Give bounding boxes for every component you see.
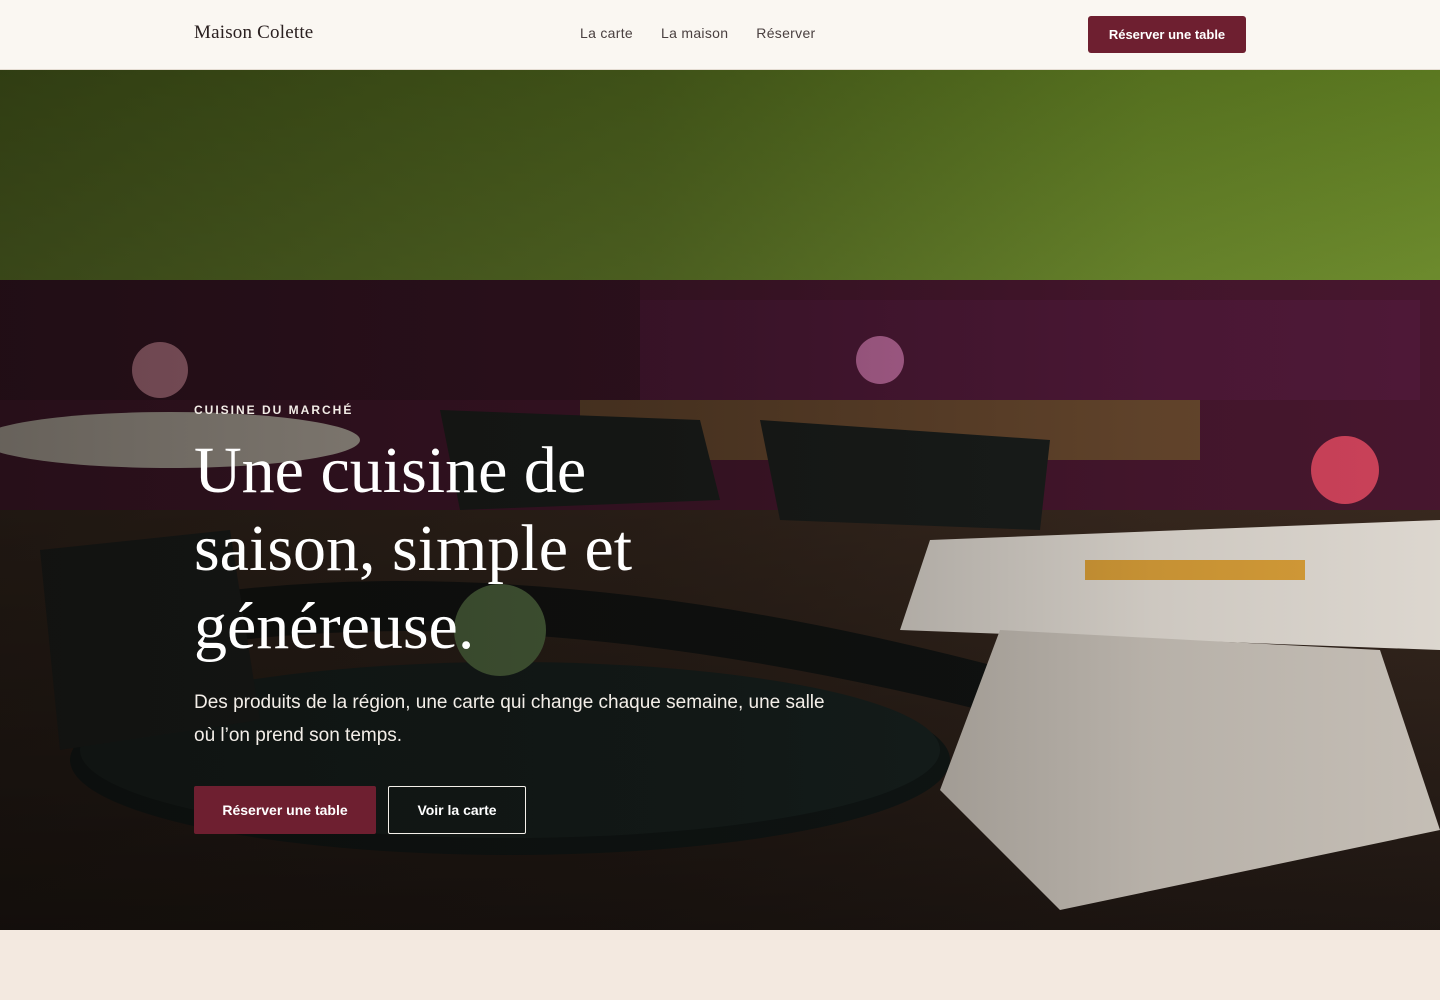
nav-link-reserver[interactable]: Réserver <box>756 25 815 41</box>
hero-view-menu-button[interactable]: Voir la carte <box>388 786 526 834</box>
header-reserve-button[interactable]: Réserver une table <box>1088 16 1246 53</box>
hero-reserve-button[interactable]: Réserver une table <box>194 786 376 834</box>
next-section <box>0 930 1440 1000</box>
brand-logo[interactable]: Maison Colette <box>194 22 313 44</box>
hero-section: CUISINE DU MARCHÉ Une cuisine de saison,… <box>0 70 1440 930</box>
hero-actions: Réserver une table Voir la carte <box>194 786 526 834</box>
main-nav: La carte La maison Réserver <box>580 25 816 41</box>
hero-headline: Une cuisine de saison, simple et généreu… <box>194 434 633 663</box>
site-header: Maison Colette La carte La maison Réserv… <box>0 0 1440 70</box>
nav-link-la-maison[interactable]: La maison <box>661 25 728 41</box>
nav-link-la-carte[interactable]: La carte <box>580 25 633 41</box>
hero-description: Des produits de la région, une carte qui… <box>194 692 825 746</box>
hero-eyebrow: CUISINE DU MARCHÉ <box>194 403 354 417</box>
